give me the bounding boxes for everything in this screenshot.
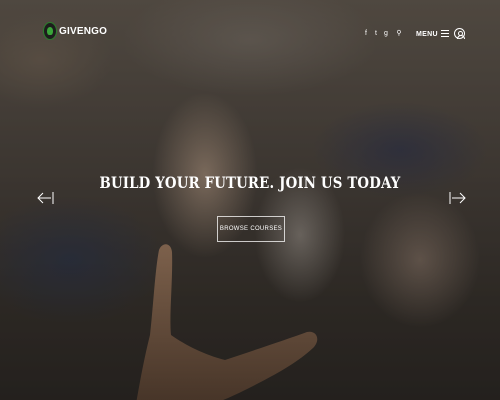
header: GIVENGO f t g ⚲ MENU (0, 0, 500, 60)
logo[interactable]: GIVENGO (43, 22, 107, 40)
user-icon[interactable] (454, 28, 465, 39)
hero-slider: GIVENGO f t g ⚲ MENU BUILD YOUR FUTURE. … (0, 0, 500, 400)
hero-headline: BUILD YOUR FUTURE. JOIN US TODAY (99, 173, 401, 192)
arrow-right-icon[interactable] (447, 190, 467, 206)
tree-globe-icon (43, 22, 57, 40)
googleplus-icon[interactable]: g (381, 29, 391, 39)
facebook-icon[interactable]: f (361, 29, 371, 39)
twitter-icon[interactable]: t (371, 29, 381, 39)
social-links: f t g ⚲ (361, 29, 404, 39)
search-icon[interactable]: ⚲ (394, 29, 404, 39)
arrow-left-icon[interactable] (36, 190, 56, 206)
brand-name: GIVENGO (59, 25, 108, 37)
hand-image (136, 244, 318, 400)
browse-courses-button[interactable]: BROWSE COURSES (217, 216, 285, 242)
hamburger-icon[interactable] (441, 30, 449, 38)
menu-button[interactable]: MENU (416, 31, 438, 38)
